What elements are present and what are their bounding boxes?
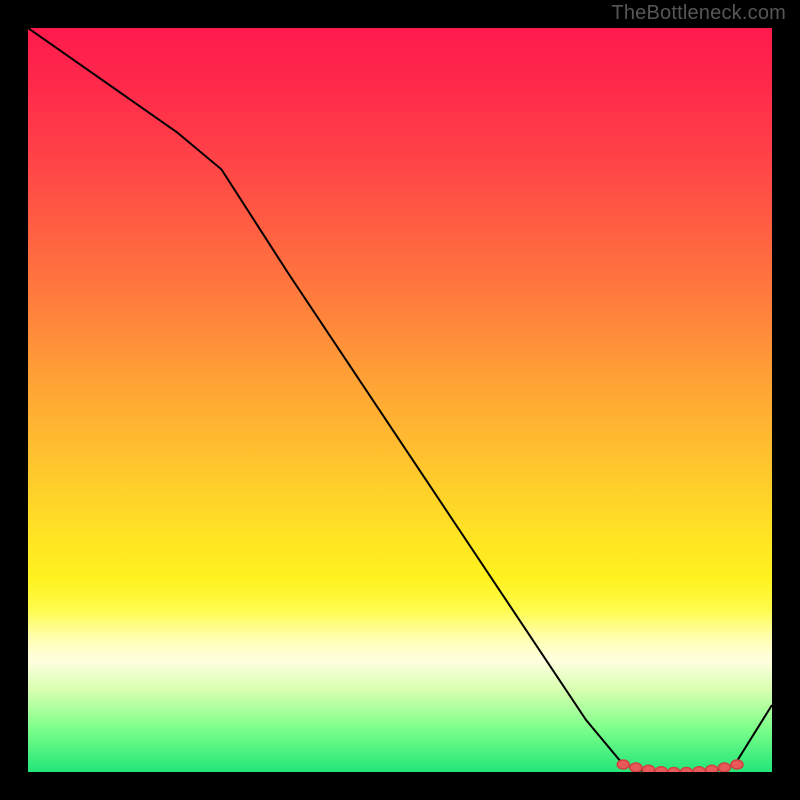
- optimal-marker-dot: [643, 765, 655, 772]
- chart-overlay: [28, 28, 772, 772]
- optimal-marker-dot: [617, 760, 629, 769]
- optimal-marker-dot: [680, 768, 692, 773]
- optimal-marker-dot: [693, 767, 705, 772]
- optimal-marker-dot: [718, 763, 730, 772]
- optimal-marker-dot: [706, 765, 718, 772]
- optimal-range-markers: [617, 760, 743, 772]
- bottleneck-curve: [28, 28, 772, 772]
- attribution-text: TheBottleneck.com: [611, 2, 786, 25]
- optimal-marker-dot: [630, 763, 642, 772]
- chart-frame: TheBottleneck.com: [0, 0, 800, 800]
- optimal-marker-dot: [731, 760, 743, 769]
- optimal-marker-dot: [655, 767, 667, 772]
- optimal-marker-dot: [668, 768, 680, 773]
